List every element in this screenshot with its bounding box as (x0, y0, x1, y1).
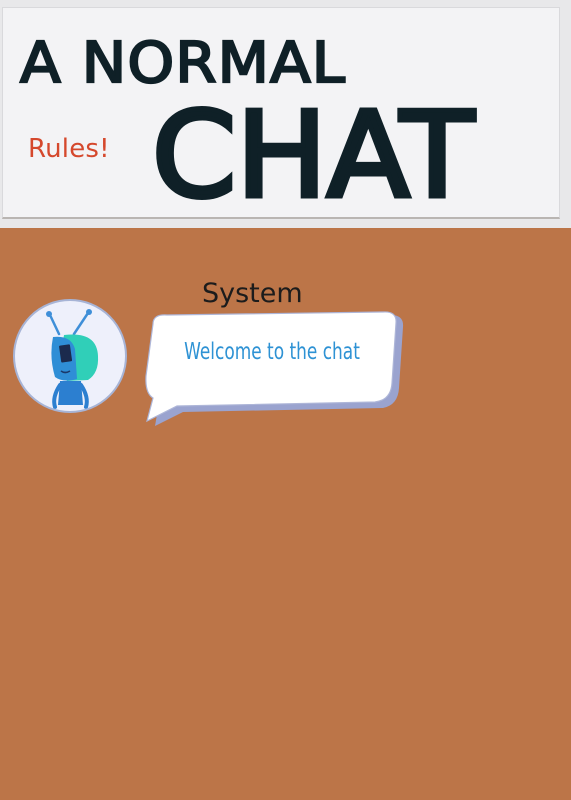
message-text: Welcome to the chat (184, 339, 360, 365)
chat-message: System Welcome to the chat (0, 270, 571, 440)
rules-link[interactable]: Rules! (28, 134, 110, 164)
blue-robot-avatar-icon (46, 309, 99, 409)
sender-name: System (202, 278, 303, 309)
avatar (13, 299, 127, 413)
handwritten-title: A NORMAL CHAT (19, 30, 478, 227)
message-bubble: Welcome to the chat (145, 310, 410, 428)
page-header: A NORMAL CHAT Rules! (0, 0, 571, 228)
title-line-2: CHAT (152, 86, 475, 224)
